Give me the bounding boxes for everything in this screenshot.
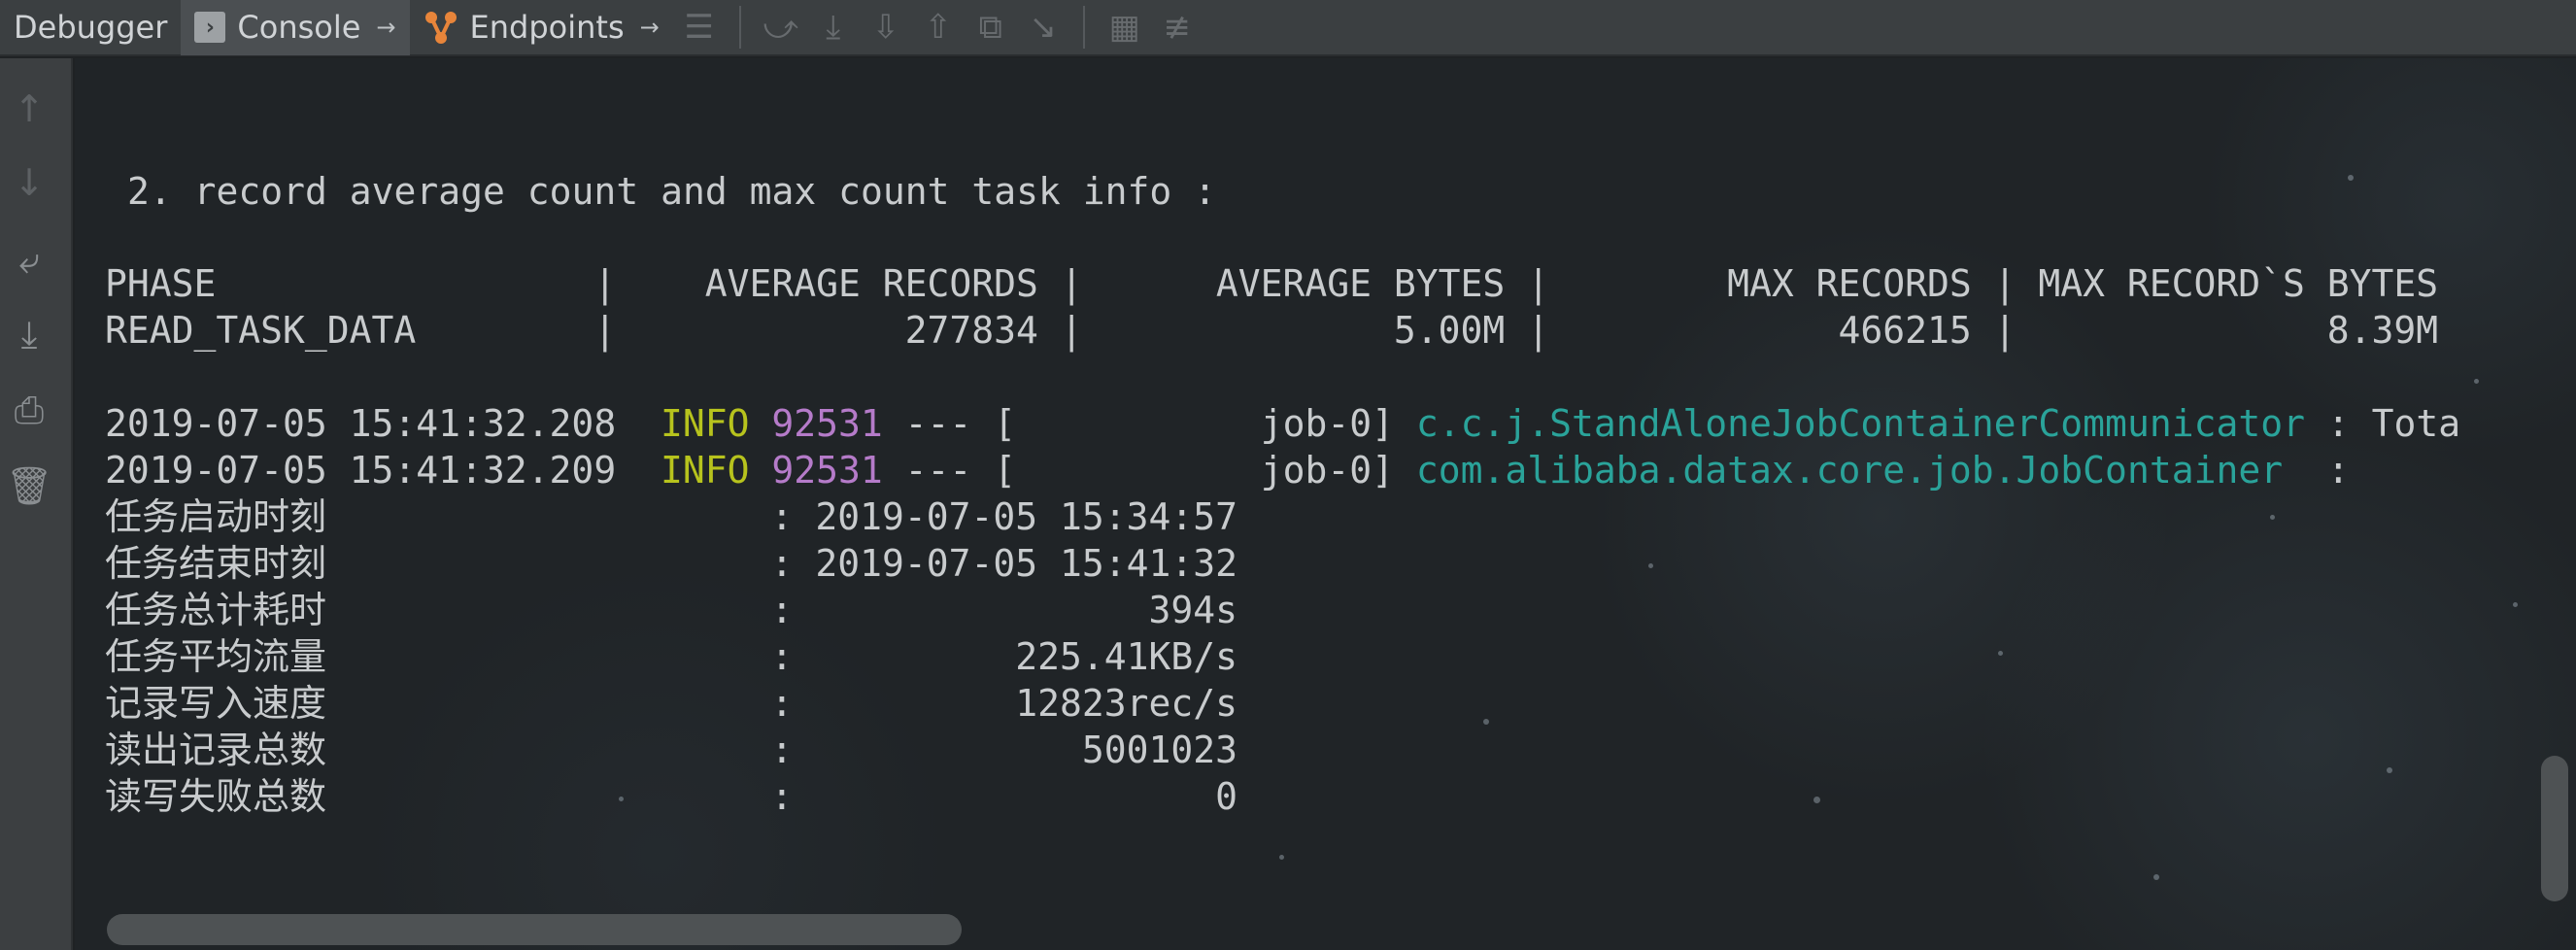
pin-icon[interactable]: → xyxy=(640,14,660,41)
ide-run-panel: Debugger › Console → Endpoints → ☰ ⤻ ⤓ ⇩… xyxy=(0,0,2576,950)
trace-icon[interactable]: ≢ xyxy=(1151,0,1203,55)
up-arrow-icon[interactable]: ↑ xyxy=(0,82,58,136)
log-message: : xyxy=(2304,449,2350,492)
step-over-icon[interactable]: ⤓ xyxy=(807,0,860,55)
vertical-scrollbar[interactable] xyxy=(2541,756,2568,901)
log-timestamp: 2019-07-05 15:41:32.209 xyxy=(105,449,617,492)
tab-console-label: Console xyxy=(237,9,361,46)
down-arrow-icon[interactable]: ↓ xyxy=(0,155,58,210)
summary-line: 读出记录总数 : 5001023 xyxy=(105,729,1237,771)
section-header: 2. record average count and max count ta… xyxy=(127,170,1217,213)
summary-line: 记录写入速度 : 12823rec/s xyxy=(105,682,1237,725)
log-level: INFO xyxy=(660,402,750,445)
drop-frame-icon[interactable]: ⧉ xyxy=(965,0,1017,55)
endpoints-icon xyxy=(424,12,457,44)
menu-lines-icon[interactable]: ☰ xyxy=(673,0,726,55)
log-thread: --- [ job-0] xyxy=(882,402,1416,445)
console-icon: › xyxy=(194,12,226,43)
log-message: : Tota xyxy=(2304,402,2461,445)
soft-wrap-icon[interactable]: ⤶ xyxy=(0,233,58,288)
log-line: 2019-07-05 15:41:32.208 INFO 92531 --- [… xyxy=(105,400,2460,447)
table-header: PHASE | AVERAGE RECORDS | AVERAGE BYTES … xyxy=(105,262,2439,305)
log-thread: --- [ job-0] xyxy=(882,449,1416,492)
summary-line: 任务总计耗时 : 394s xyxy=(105,589,1237,631)
log-pid: 92531 xyxy=(771,449,883,492)
toolbar-divider xyxy=(738,6,741,49)
console-gutter: ↑ ↓ ⤶ ⤓ ⎙ 🗑 xyxy=(0,58,73,950)
tool-window-bar: Debugger › Console → Endpoints → ☰ ⤻ ⤓ ⇩… xyxy=(0,0,2576,56)
log-level: INFO xyxy=(660,449,750,492)
summary-line: 读写失败总数 : 0 xyxy=(105,775,1237,818)
trash-icon[interactable]: 🗑 xyxy=(0,458,58,513)
toolbar-divider xyxy=(1082,6,1085,49)
log-pid: 92531 xyxy=(771,402,883,445)
tab-endpoints-label: Endpoints xyxy=(469,9,625,46)
scroll-to-end-icon[interactable]: ⤓ xyxy=(0,307,58,361)
print-icon[interactable]: ⎙ xyxy=(0,383,58,437)
log-logger: c.c.j.StandAloneJobContainerCommunicator xyxy=(1415,402,2305,445)
evaluate-expression-icon[interactable]: ▦ xyxy=(1099,0,1151,55)
console-output[interactable]: 2. record average count and max count ta… xyxy=(75,58,2576,950)
summary-line: 任务平均流量 : 225.41KB/s xyxy=(105,635,1237,678)
log-timestamp: 2019-07-05 15:41:32.208 xyxy=(105,402,617,445)
run-to-cursor-icon[interactable]: ↘ xyxy=(1017,0,1069,55)
step-out-icon[interactable]: ⇧ xyxy=(912,0,965,55)
summary-line: 任务结束时刻 : 2019-07-05 15:41:32 xyxy=(105,542,1237,585)
log-line: 2019-07-05 15:41:32.209 INFO 92531 --- [… xyxy=(105,447,2350,493)
tab-debugger[interactable]: Debugger xyxy=(0,0,181,55)
show-execution-point-icon[interactable]: ⤻ xyxy=(755,0,807,55)
pin-icon[interactable]: → xyxy=(376,14,395,41)
tab-debugger-label: Debugger xyxy=(14,9,168,46)
horizontal-scrollbar[interactable] xyxy=(107,914,962,945)
log-logger: com.alibaba.datax.core.job.JobContainer xyxy=(1415,449,2305,492)
step-into-icon[interactable]: ⇩ xyxy=(860,0,912,55)
tab-endpoints[interactable]: Endpoints → xyxy=(410,0,673,55)
console-text: 2. record average count and max count ta… xyxy=(75,58,2460,898)
table-row: READ_TASK_DATA | 277834 | 5.00M | 466215… xyxy=(105,309,2439,352)
tab-console[interactable]: › Console → xyxy=(181,0,410,55)
summary-line: 任务启动时刻 : 2019-07-05 15:34:57 xyxy=(105,495,1237,538)
